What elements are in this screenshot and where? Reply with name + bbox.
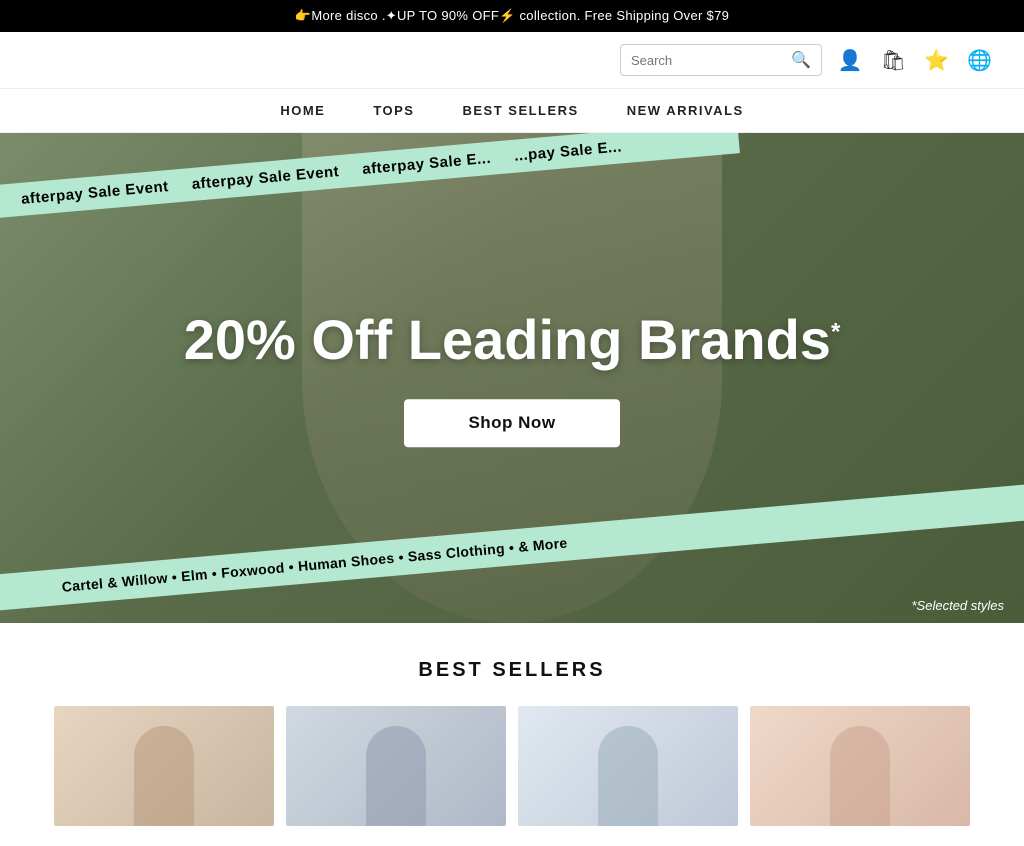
best-sellers-title: BEST SELLERS	[24, 659, 1000, 682]
header-icons: 👤 🛍 ⭐ 🌐	[838, 48, 992, 73]
bag-icon[interactable]: 🛍	[881, 48, 906, 73]
product-grid	[24, 706, 1000, 826]
product-card[interactable]	[750, 706, 970, 826]
product-card[interactable]	[54, 706, 274, 826]
product-figure	[830, 726, 890, 826]
search-icon[interactable]: 🔍	[791, 50, 811, 70]
nav-item-best-sellers[interactable]: BEST SELLERS	[462, 103, 578, 118]
product-figure	[134, 726, 194, 826]
hero-content: 20% Off Leading Brands* Shop Now	[112, 309, 912, 447]
header: 🔍 👤 🛍 ⭐ 🌐	[0, 32, 1024, 89]
product-card[interactable]	[286, 706, 506, 826]
nav-item-new-arrivals[interactable]: NEW ARRIVALS	[627, 103, 744, 118]
user-icon[interactable]: 👤	[838, 48, 863, 73]
selected-styles-note: *Selected styles	[912, 598, 1005, 613]
hero-banner: afterpay Sale Event afterpay Sale Event …	[0, 133, 1024, 623]
hero-asterisk: *	[831, 319, 840, 346]
hero-headline: 20% Off Leading Brands*	[112, 309, 912, 371]
globe-icon[interactable]: 🌐	[967, 48, 992, 73]
nav-item-tops[interactable]: TOPS	[373, 103, 414, 118]
announcement-bar: 👉More disco .✦UP TO 90% OFF⚡ collection.…	[0, 0, 1024, 32]
announcement-text: 👉More disco .✦UP TO 90% OFF⚡ collection.…	[295, 8, 729, 23]
wishlist-icon[interactable]: ⭐	[924, 48, 949, 73]
search-input[interactable]	[631, 53, 791, 68]
search-box[interactable]: 🔍	[620, 44, 822, 76]
best-sellers-section: BEST SELLERS	[0, 623, 1024, 846]
product-card[interactable]	[518, 706, 738, 826]
nav-item-home[interactable]: HOME	[280, 103, 325, 118]
product-figure	[366, 726, 426, 826]
product-figure	[598, 726, 658, 826]
shop-now-button[interactable]: Shop Now	[404, 399, 619, 447]
main-nav: HOME TOPS BEST SELLERS NEW ARRIVALS	[0, 89, 1024, 133]
